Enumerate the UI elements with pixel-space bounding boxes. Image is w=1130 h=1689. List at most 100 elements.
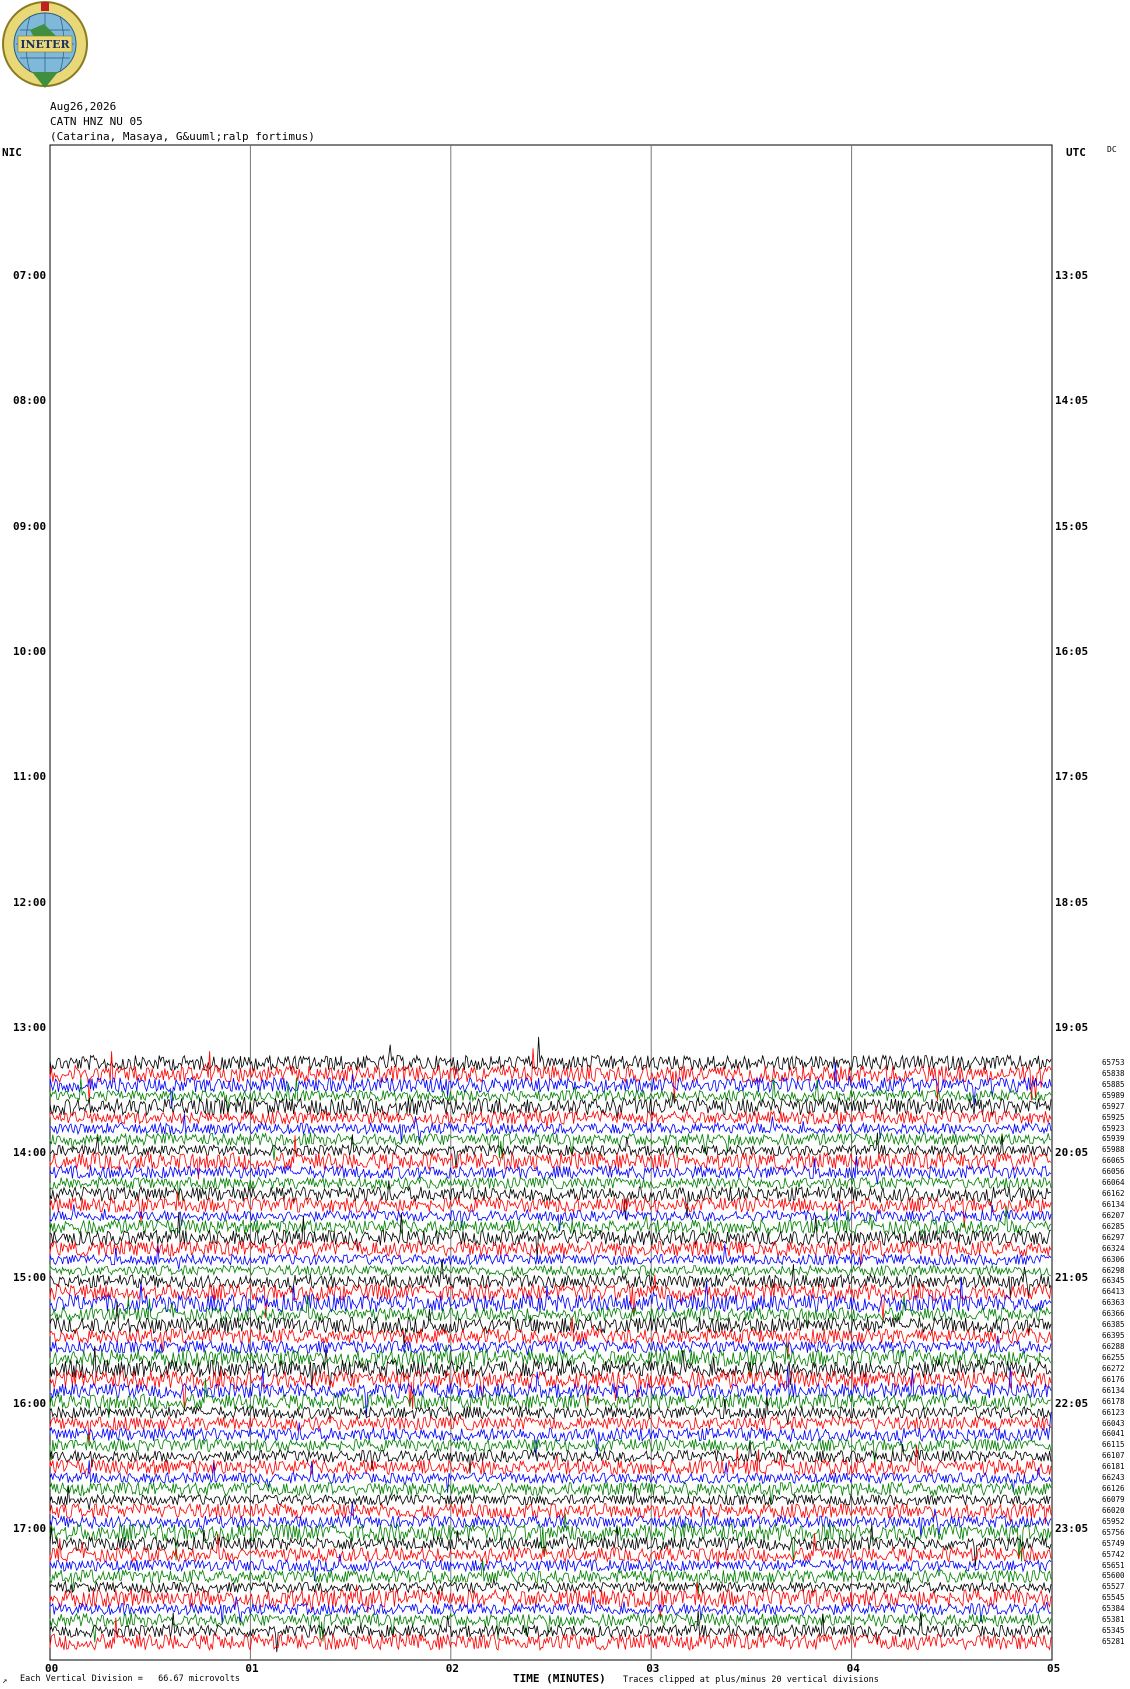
trace-count-label: 66255 <box>1102 1352 1125 1362</box>
seismic-trace <box>49 1036 1052 1075</box>
left-time-label: 12:00 <box>13 895 47 909</box>
trace-count-label: 65923 <box>1102 1123 1125 1133</box>
x-tick-label: 03 <box>646 1662 660 1675</box>
trace-count-label: 66065 <box>1102 1156 1125 1166</box>
trace-count-label: 66162 <box>1102 1189 1125 1199</box>
trace-count-label: 65952 <box>1102 1516 1125 1526</box>
trace-count-label: 66134 <box>1102 1385 1125 1395</box>
trace-count-label: 65989 <box>1102 1090 1125 1100</box>
left-time-label: 07:00 <box>13 269 47 282</box>
seismic-trace <box>49 1433 1052 1466</box>
right-time-label: 22:05 <box>1055 1396 1089 1410</box>
seismic-trace <box>49 1205 1052 1236</box>
right-time-label: 21:05 <box>1055 1271 1089 1285</box>
corner-arrow-icon: ↗ <box>2 1676 8 1686</box>
vertical-division-note: Each Vertical Division = 66.67 microvolt… <box>20 1674 241 1684</box>
seismogram-plot <box>49 144 1053 1661</box>
trace-count-label: 66272 <box>1102 1363 1125 1373</box>
trace-count-label: 65939 <box>1102 1134 1125 1144</box>
trace-count-label: 66176 <box>1102 1374 1125 1384</box>
seismic-trace <box>49 1105 1052 1133</box>
seismic-trace <box>49 1412 1052 1457</box>
trace-count-label: 66288 <box>1102 1342 1125 1352</box>
seismic-trace <box>49 1582 1052 1620</box>
trace-count-label: 66306 <box>1102 1254 1125 1264</box>
trace-count-label: 66297 <box>1102 1232 1125 1242</box>
left-time-label: 08:00 <box>13 394 47 408</box>
right-time-label: 18:05 <box>1055 895 1089 909</box>
trace-count-label: 66107 <box>1102 1451 1125 1461</box>
seismic-trace <box>49 1243 1052 1270</box>
timezone-left-label: NIC <box>2 146 22 159</box>
clip-note: Traces clipped at plus/minus 20 vertical… <box>623 1675 879 1685</box>
trace-count-label: 66285 <box>1102 1221 1125 1231</box>
trace-count-label: 65384 <box>1102 1604 1125 1614</box>
right-time-label: 20:05 <box>1055 1146 1089 1160</box>
seismic-trace <box>49 1577 1052 1595</box>
trace-count-label: 65753 <box>1102 1058 1125 1067</box>
trace-count-label: 66298 <box>1102 1265 1125 1275</box>
trace-count-label: 65651 <box>1102 1560 1125 1570</box>
right-time-label: 14:05 <box>1055 394 1089 408</box>
seismic-trace <box>49 1378 1052 1418</box>
trace-count-label: 66207 <box>1102 1210 1125 1220</box>
left-time-label: 09:00 <box>13 519 47 533</box>
left-time-label: 15:00 <box>13 1271 47 1285</box>
trace-count-label: 65927 <box>1102 1101 1125 1111</box>
trace-count-label: 66366 <box>1102 1309 1125 1319</box>
left-time-label: 10:00 <box>13 644 47 658</box>
right-time-label: 13:05 <box>1055 269 1089 282</box>
trace-count-label: 66126 <box>1102 1484 1125 1494</box>
trace-count-label: 66345 <box>1102 1276 1125 1286</box>
right-time-label: 15:05 <box>1055 519 1089 533</box>
trace-count-label: 65381 <box>1102 1615 1125 1625</box>
trace-count-label: 66363 <box>1102 1298 1125 1308</box>
trace-count-label: 65281 <box>1102 1637 1125 1646</box>
seismic-trace <box>49 1239 1052 1267</box>
trace-count-label: 65749 <box>1102 1538 1125 1548</box>
left-time-label: 11:00 <box>13 770 47 784</box>
seismic-trace <box>49 1301 1052 1347</box>
x-tick-label: 01 <box>245 1662 259 1675</box>
trace-count-label: 66043 <box>1102 1418 1125 1428</box>
trace-count-label: 66079 <box>1102 1494 1125 1504</box>
trace-count-label: 66115 <box>1102 1440 1125 1450</box>
left-time-label: 13:00 <box>13 1020 47 1034</box>
x-tick-label: 04 <box>846 1662 860 1675</box>
right-time-label: 16:05 <box>1055 644 1089 658</box>
right-time-label: 17:05 <box>1055 770 1089 784</box>
trace-count-label: 66178 <box>1102 1396 1125 1406</box>
right-time-label: 19:05 <box>1055 1020 1089 1034</box>
trace-count-label: 66041 <box>1102 1429 1125 1439</box>
seismic-trace <box>49 1460 1052 1493</box>
ineter-logo-globe-icon: INETER <box>2 1 88 88</box>
trace-count-label: 66020 <box>1102 1505 1125 1515</box>
trace-count-label: 65756 <box>1102 1527 1125 1537</box>
trace-count-label: 65885 <box>1102 1079 1125 1089</box>
seismic-trace <box>49 1264 1051 1277</box>
x-tick-label: 02 <box>445 1662 460 1675</box>
header-location: (Catarina, Masaya, G&uuml;ralp fortimus) <box>50 130 315 143</box>
trace-count-label: 65925 <box>1102 1112 1125 1122</box>
trace-count-label: 66056 <box>1102 1167 1125 1177</box>
trace-count-label: 66134 <box>1102 1200 1125 1210</box>
trace-count-label: 65345 <box>1102 1626 1125 1636</box>
trace-count-label: 66385 <box>1102 1320 1125 1330</box>
left-time-label: 14:00 <box>13 1146 47 1160</box>
trace-count-label: 65527 <box>1102 1582 1125 1592</box>
header-station: CATN HNZ NU 05 <box>50 115 143 128</box>
trace-count-label: 66395 <box>1102 1331 1125 1341</box>
left-time-label: 17:00 <box>13 1522 47 1535</box>
trace-count-label: 65545 <box>1102 1593 1125 1603</box>
trace-count-label: 66243 <box>1102 1473 1125 1483</box>
x-axis-title: TIME (MINUTES) <box>513 1672 606 1685</box>
trace-count-label: 65742 <box>1102 1549 1125 1559</box>
timezone-right-label: UTC <box>1066 146 1086 159</box>
seismic-trace <box>49 1444 1052 1477</box>
dc-label: DC <box>1107 145 1117 154</box>
left-time-label: 16:00 <box>13 1396 47 1410</box>
trace-count-label: 65838 <box>1102 1068 1125 1078</box>
trace-count-label: 65988 <box>1102 1145 1125 1155</box>
trace-count-label: 66181 <box>1102 1462 1125 1472</box>
trace-count-label: 66123 <box>1102 1407 1125 1417</box>
